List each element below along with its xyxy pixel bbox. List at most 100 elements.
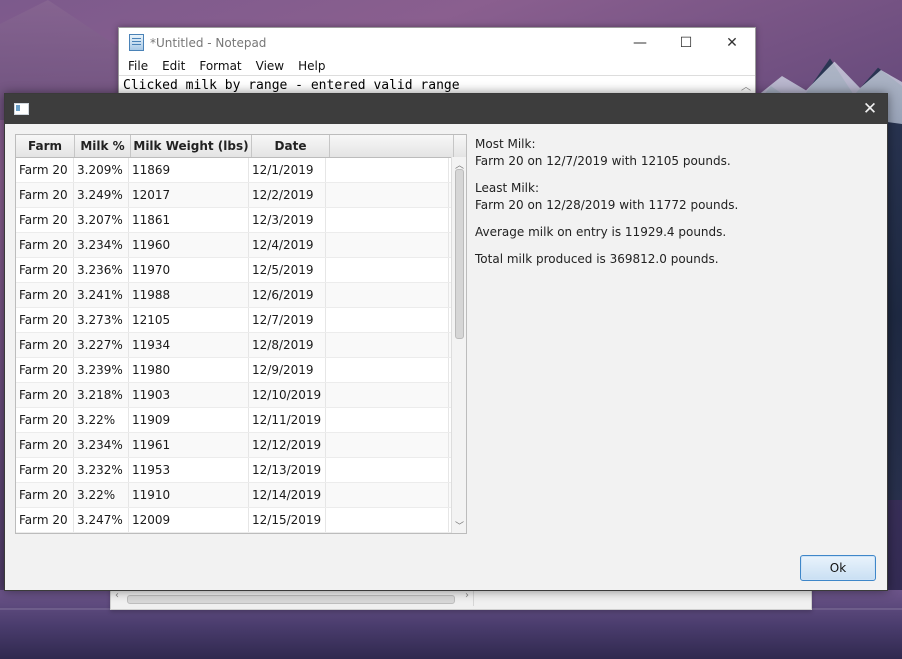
cell-date: 12/8/2019 — [249, 333, 326, 357]
cell-filler — [326, 458, 449, 482]
cell-milk-weight: 11861 — [129, 208, 249, 232]
cell-milk-weight: 11903 — [129, 383, 249, 407]
cell-milk-percent: 3.227% — [74, 333, 129, 357]
dialog-titlebar[interactable]: ✕ — [5, 94, 887, 124]
cell-filler — [326, 433, 449, 457]
ok-button[interactable]: Ok — [800, 555, 876, 581]
notepad-window[interactable]: *Untitled - Notepad — ☐ ✕ File Edit Form… — [118, 27, 756, 99]
cell-milk-weight: 11934 — [129, 333, 249, 357]
table-row[interactable]: Farm 20 3.273% 12105 12/7/2019 — [16, 308, 466, 333]
cell-milk-weight: 12009 — [129, 508, 249, 532]
scroll-down-arrow-icon[interactable]: ﹀ — [455, 519, 464, 532]
milk-table[interactable]: Farm Milk % Milk Weight (lbs) Date Farm … — [15, 134, 467, 534]
cell-filler — [326, 408, 449, 432]
table-row[interactable]: Farm 20 3.22% 11909 12/11/2019 — [16, 408, 466, 433]
cell-filler — [326, 508, 449, 532]
cell-filler — [326, 233, 449, 257]
cell-farm: Farm 20 — [16, 483, 74, 507]
menu-view[interactable]: View — [249, 59, 291, 73]
table-vertical-scrollbar[interactable]: ︿ ﹀ — [451, 157, 466, 533]
table-row[interactable]: Farm 20 3.247% 12009 12/15/2019 — [16, 508, 466, 533]
table-row[interactable]: Farm 20 3.239% 11980 12/9/2019 — [16, 358, 466, 383]
cell-date: 12/15/2019 — [249, 508, 326, 532]
table-header: Farm Milk % Milk Weight (lbs) Date — [16, 135, 466, 158]
cell-milk-percent: 3.232% — [74, 458, 129, 482]
table-row[interactable]: Farm 20 3.236% 11970 12/5/2019 — [16, 258, 466, 283]
column-header-farm[interactable]: Farm — [16, 135, 75, 157]
cell-date: 12/11/2019 — [249, 408, 326, 432]
cell-milk-percent: 3.239% — [74, 358, 129, 382]
table-row[interactable]: Farm 20 3.227% 11934 12/8/2019 — [16, 333, 466, 358]
menu-edit[interactable]: Edit — [155, 59, 192, 73]
cell-farm: Farm 20 — [16, 308, 74, 332]
menu-help[interactable]: Help — [291, 59, 332, 73]
window-icon — [14, 103, 29, 115]
cell-milk-percent: 3.234% — [74, 433, 129, 457]
column-header-date[interactable]: Date — [252, 135, 330, 157]
scrollbar-thumb[interactable] — [127, 595, 455, 604]
cell-milk-weight: 12105 — [129, 308, 249, 332]
close-icon[interactable]: ✕ — [853, 94, 887, 124]
maximize-icon[interactable]: ☐ — [663, 28, 709, 57]
cell-filler — [326, 158, 449, 182]
cell-date: 12/12/2019 — [249, 433, 326, 457]
notepad-horizontal-scrollbar[interactable]: ‹ › — [113, 590, 474, 606]
most-milk-value: Farm 20 on 12/7/2019 with 12105 pounds. — [475, 154, 731, 168]
table-row[interactable]: Farm 20 3.241% 11988 12/6/2019 — [16, 283, 466, 308]
cell-milk-weight: 11869 — [129, 158, 249, 182]
cell-milk-percent: 3.247% — [74, 508, 129, 532]
menu-format[interactable]: Format — [192, 59, 248, 73]
cell-milk-weight: 11953 — [129, 458, 249, 482]
cell-milk-percent: 3.273% — [74, 308, 129, 332]
cell-farm: Farm 20 — [16, 158, 74, 182]
milk-report-dialog: ✕ Farm Milk % Milk Weight (lbs) Date Far… — [4, 93, 888, 591]
scroll-left-arrow-icon[interactable]: ‹ — [115, 590, 119, 601]
table-row[interactable]: Farm 20 3.22% 11910 12/14/2019 — [16, 483, 466, 508]
notepad-titlebar[interactable]: *Untitled - Notepad — ☐ ✕ — [119, 28, 755, 57]
table-row[interactable]: Farm 20 3.249% 12017 12/2/2019 — [16, 183, 466, 208]
table-body: Farm 20 3.209% 11869 12/1/2019 Farm 20 3.249%… — [16, 158, 466, 534]
table-row[interactable]: Farm 20 3.207% 11861 12/3/2019 — [16, 208, 466, 233]
cell-milk-weight: 11970 — [129, 258, 249, 282]
cell-farm: Farm 20 — [16, 533, 74, 534]
cell-filler — [326, 383, 449, 407]
milk-statistics: Most Milk: Farm 20 on 12/7/2019 with 121… — [475, 136, 865, 268]
cell-milk-weight: 11910 — [129, 483, 249, 507]
cell-date: 12/6/2019 — [249, 283, 326, 307]
average-milk-text: Average milk on entry is 11929.4 pounds. — [475, 225, 727, 239]
cell-milk-percent: 3.22% — [74, 483, 129, 507]
table-row[interactable]: Farm 203.217%1190012/16/2019 — [16, 533, 466, 534]
cell-milk-weight: 11960 — [129, 233, 249, 257]
cell-farm: Farm 20 — [16, 508, 74, 532]
column-header-filler — [330, 135, 454, 157]
cell-farm: Farm 20 — [16, 208, 74, 232]
cell-farm: Farm 20 — [16, 283, 74, 307]
cell-filler — [326, 333, 449, 357]
cell-filler — [326, 258, 449, 282]
cell-farm: Farm 20 — [16, 333, 74, 357]
cell-milk-weight: 11909 — [129, 408, 249, 432]
cell-filler — [326, 533, 449, 534]
cell-filler — [326, 208, 449, 232]
table-row[interactable]: Farm 20 3.218% 11903 12/10/2019 — [16, 383, 466, 408]
cell-filler — [326, 283, 449, 307]
menu-file[interactable]: File — [121, 59, 155, 73]
cell-milk-weight: 12017 — [129, 183, 249, 207]
cell-milk-percent: 3.241% — [74, 283, 129, 307]
column-header-milk-percent[interactable]: Milk % — [75, 135, 131, 157]
table-row[interactable]: Farm 20 3.234% 11960 12/4/2019 — [16, 233, 466, 258]
cell-milk-percent: 3.22% — [74, 408, 129, 432]
scroll-right-arrow-icon[interactable]: › — [465, 590, 469, 601]
minimize-icon[interactable]: — — [617, 28, 663, 57]
cell-date: 12/13/2019 — [249, 458, 326, 482]
cell-date: 12/9/2019 — [249, 358, 326, 382]
close-icon[interactable]: ✕ — [709, 28, 755, 57]
table-row[interactable]: Farm 20 3.234% 11961 12/12/2019 — [16, 433, 466, 458]
cell-farm: Farm 20 — [16, 358, 74, 382]
table-row[interactable]: Farm 20 3.232% 11953 12/13/2019 — [16, 458, 466, 483]
notepad-text: Clicked milk by range - entered valid ra… — [123, 78, 460, 93]
column-header-milk-weight[interactable]: Milk Weight (lbs) — [131, 135, 252, 157]
table-row[interactable]: Farm 20 3.209% 11869 12/1/2019 — [16, 158, 466, 183]
scrollbar-thumb[interactable] — [455, 169, 464, 339]
scroll-up-arrow-icon[interactable]: ︿ — [741, 78, 751, 93]
